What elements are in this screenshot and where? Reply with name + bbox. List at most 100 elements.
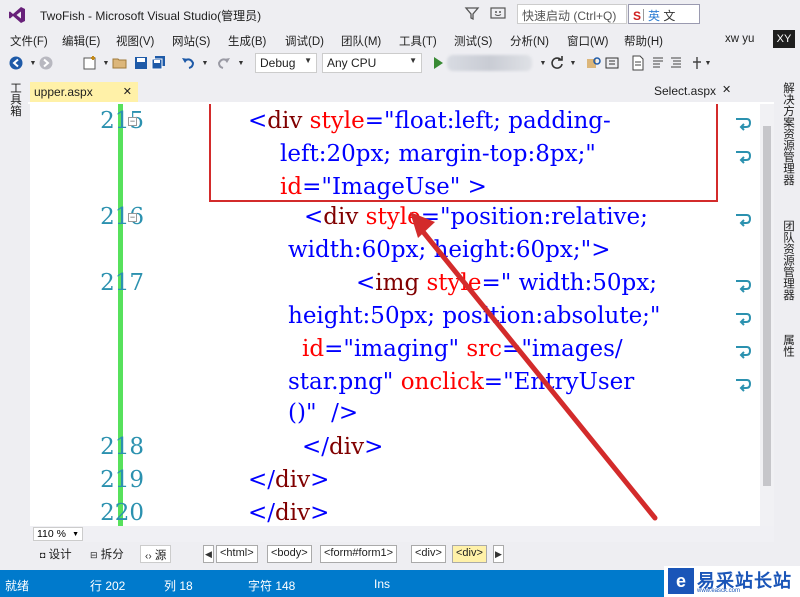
team-explorer-tab[interactable]: 团队资源管理器 [780, 220, 796, 301]
start-debugging-icon[interactable] [430, 55, 446, 71]
forward-icon[interactable] [38, 55, 54, 71]
breadcrumb-prev-icon[interactable]: ◀ [203, 545, 214, 563]
status-column: 列 18 [164, 579, 193, 593]
menu-help[interactable]: 帮助(H) [624, 33, 663, 49]
status-ready: 就绪 [5, 579, 30, 593]
code-line: ()" /> [288, 400, 359, 426]
menu-team[interactable]: 团队(M) [341, 33, 381, 49]
feedback-smiley-icon[interactable] [490, 6, 506, 22]
bookmark-icon[interactable] [604, 55, 620, 71]
menu-tools[interactable]: 工具(T) [399, 33, 437, 49]
menu-edit[interactable]: 编辑(E) [62, 33, 100, 49]
scrollbar-thumb[interactable] [763, 126, 771, 486]
solution-configuration-select[interactable]: Debug ▼ [255, 53, 317, 73]
solution-explorer-tab[interactable]: 解决方案资源管理器 [780, 82, 796, 186]
source-view-button[interactable]: ‹› 源 [140, 545, 172, 563]
redacted-area [447, 55, 532, 71]
code-line: <img style=" width:50px; [356, 270, 657, 296]
code-line: id="imaging" src="images/ [302, 336, 623, 362]
toolbox-tab[interactable]: 工具箱 [7, 82, 23, 117]
solution-platform-select[interactable]: Any CPU ▼ [322, 53, 422, 73]
notification-flag-icon[interactable] [464, 5, 480, 21]
user-name[interactable]: xw yu [725, 33, 754, 45]
word-wrap-icon [736, 379, 752, 392]
menu-bar: 文件(F) 编辑(E) 视图(V) 网站(S) 生成(B) 调试(D) 团队(M… [0, 30, 800, 50]
word-wrap-icon [736, 151, 752, 164]
back-icon[interactable] [8, 55, 24, 71]
status-insert-mode: Ins [374, 577, 391, 591]
fold-toggle[interactable]: − [128, 213, 137, 222]
breadcrumb-next-icon[interactable]: ▶ [493, 545, 504, 563]
split-view-button[interactable]: ⊟ 拆分 [86, 545, 128, 563]
refresh-icon[interactable] [549, 55, 565, 71]
horizontal-scroll-bar [30, 526, 774, 542]
breadcrumb-html[interactable]: <html> [216, 545, 258, 563]
menu-view[interactable]: 视图(V) [116, 33, 154, 49]
redo-dropdown-icon[interactable]: ▼ [233, 55, 249, 71]
word-wrap-icon [736, 280, 752, 293]
word-wrap-icon [736, 313, 752, 326]
status-line: 行 202 [90, 579, 126, 593]
watermark-logo-icon: e [668, 568, 694, 594]
word-wrap-icon [736, 214, 752, 227]
menu-website[interactable]: 网站(S) [172, 33, 210, 49]
source-view-icon: ‹› [145, 551, 152, 562]
code-line: width:60px; height:60px;"> [288, 237, 611, 263]
tab-label: upper.aspx [34, 85, 93, 99]
breadcrumb-body[interactable]: <body> [267, 545, 312, 563]
refresh-dropdown-icon[interactable]: ▼ [565, 55, 581, 71]
word-wrap-icon [736, 346, 752, 359]
code-line: <div style="position:relative; [304, 204, 648, 230]
close-icon[interactable]: ✕ [722, 83, 731, 96]
menu-file[interactable]: 文件(F) [10, 33, 48, 49]
ime-mode: S [633, 9, 642, 23]
design-view-button[interactable]: ◘ 设计 [36, 545, 76, 563]
comment-icon[interactable] [650, 55, 666, 71]
standard-toolbar: ▼ ▼ ▼ ▼ Debug ▼ Any CPU ▼ ▼ ▼ ▼ [0, 50, 800, 76]
chevron-down-icon: ▼ [409, 56, 417, 65]
menu-build[interactable]: 生成(B) [228, 33, 266, 49]
visual-studio-logo-icon [9, 7, 25, 23]
code-line: star.png" onclick="EntryUser [288, 369, 635, 395]
tab-upper-aspx[interactable]: upper.aspx ✕ [30, 82, 138, 102]
change-tracking-bar [118, 104, 123, 526]
document-icon[interactable] [630, 55, 646, 71]
close-icon[interactable]: ✕ [123, 85, 132, 98]
menu-window[interactable]: 窗口(W) [567, 33, 609, 49]
undo-icon[interactable] [180, 55, 196, 71]
line-number: 218 [100, 434, 144, 460]
uncomment-icon[interactable] [668, 55, 684, 71]
watermark-subtext: www.easck.com [697, 588, 741, 594]
fold-toggle[interactable]: − [128, 117, 137, 126]
undo-dropdown-icon[interactable]: ▼ [197, 55, 213, 71]
visual-studio-window: TwoFish - Microsoft Visual Studio(管理员) 快… [0, 0, 800, 597]
vertical-scrollbar[interactable] [760, 104, 774, 526]
right-tool-rail: 解决方案资源管理器 团队资源管理器 属性 [774, 76, 800, 518]
redo-icon[interactable] [216, 55, 232, 71]
menu-debug[interactable]: 调试(D) [285, 33, 324, 49]
code-editor[interactable]: 215 216 217 218 219 220 − − <div style="… [30, 104, 774, 526]
avatar[interactable]: XY [773, 30, 795, 48]
solution-platform-value: Any CPU [327, 56, 377, 70]
ime-status-bar[interactable]: S英 文 [628, 4, 700, 24]
save-all-icon[interactable] [151, 55, 167, 71]
code-line: height:50px; position:absolute;" [288, 303, 661, 329]
menu-test[interactable]: 测试(S) [454, 33, 492, 49]
line-number: 219 [100, 467, 144, 493]
menu-analyze[interactable]: 分析(N) [510, 33, 549, 49]
properties-tab[interactable]: 属性 [780, 334, 796, 357]
find-in-files-icon[interactable] [586, 55, 602, 71]
tab-select-aspx[interactable]: Select.aspx [654, 84, 716, 98]
breadcrumb-div-current[interactable]: <div> [452, 545, 487, 563]
breadcrumb-div[interactable]: <div> [411, 545, 446, 563]
breadcrumb-form[interactable]: <form#form1> [320, 545, 398, 563]
quick-launch-input[interactable]: 快速启动 (Ctrl+Q) [517, 4, 627, 24]
ime-extra: 文 [663, 9, 676, 23]
new-project-icon[interactable] [82, 55, 98, 71]
toolbar-overflow-icon[interactable]: ▼ [700, 55, 716, 71]
open-file-icon[interactable] [112, 55, 128, 71]
save-icon[interactable] [133, 55, 149, 71]
zoom-select[interactable]: 110 % ▼ [33, 527, 83, 541]
status-character: 字符 148 [248, 579, 296, 593]
design-view-icon: ◘ [40, 550, 46, 560]
